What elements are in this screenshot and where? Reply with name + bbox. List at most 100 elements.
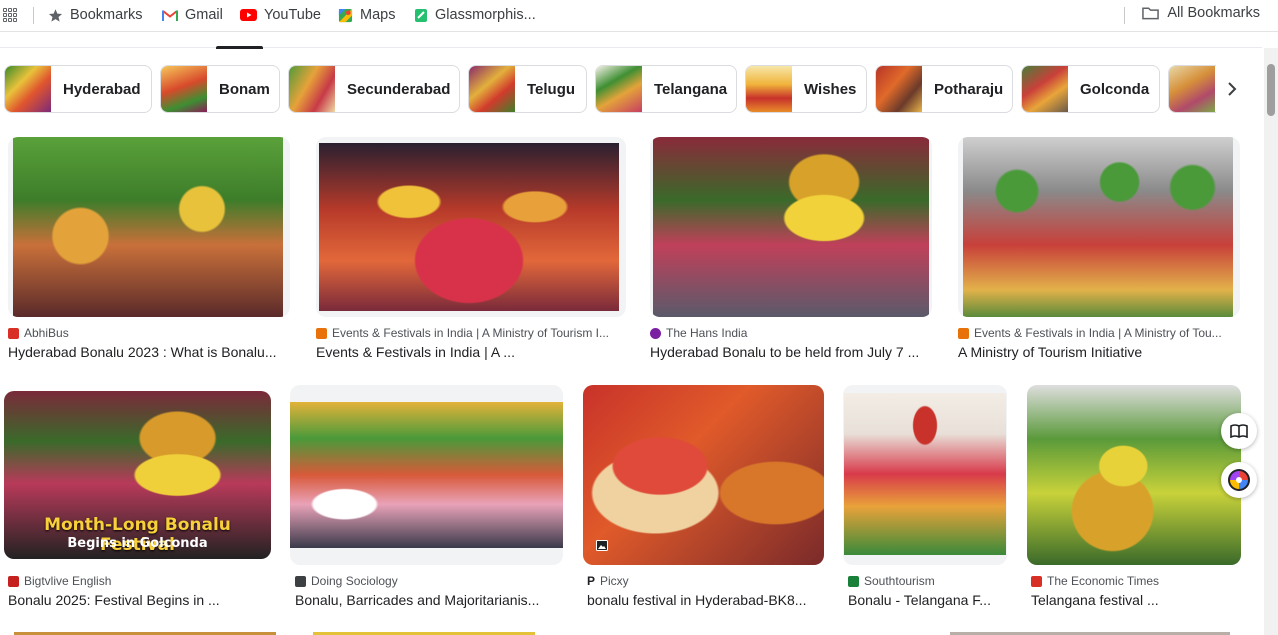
doing-sociology-favicon — [295, 575, 306, 587]
abhibus-favicon — [8, 327, 19, 339]
bookmark-label: Gmail — [185, 7, 223, 23]
chip-label: Telangana — [654, 80, 728, 98]
book-icon — [1230, 424, 1248, 438]
chip-label: Telugu — [527, 80, 576, 98]
image-result[interactable]: The Hans India Hyderabad Bonalu to be he… — [650, 137, 932, 362]
chip-thumbnail — [1022, 66, 1068, 112]
result-source[interactable]: Doing Sociology — [295, 574, 563, 588]
apps-grid-icon[interactable] — [3, 8, 17, 22]
image-result[interactable]: Events & Festivals in India | A Ministry… — [316, 137, 626, 362]
chip-label: Golconda — [1080, 80, 1150, 98]
image-result[interactable]: Events & Festivals in India | A Ministry… — [958, 137, 1240, 362]
chip-thumbnail — [161, 66, 207, 112]
chip-golconda[interactable]: Golconda — [1021, 65, 1160, 113]
result-image[interactable] — [583, 385, 824, 565]
chip-label: Bonam — [219, 80, 270, 98]
southtourism-favicon — [848, 575, 859, 587]
result-source[interactable]: The Economic Times — [1031, 574, 1241, 588]
chip-hyderabad[interactable]: Hyderabad — [4, 65, 152, 113]
bookmarks-bar: Bookmarks Gmail YouTube Maps Glassmorphi… — [0, 0, 1278, 32]
image-result[interactable]: Doing Sociology Bonalu, Barricades and M… — [290, 385, 563, 613]
result-image[interactable] — [650, 137, 932, 317]
result-source[interactable]: AbhiBus — [8, 326, 290, 340]
chip-potharaju[interactable]: Potharaju — [875, 65, 1013, 113]
result-source[interactable]: Southtourism — [848, 574, 1007, 588]
color-wheel-icon — [1228, 469, 1250, 491]
bookmark-youtube[interactable]: YouTube — [240, 5, 321, 25]
all-bookmarks-label: All Bookmarks — [1167, 5, 1260, 21]
chip-label: Hyderabad — [63, 80, 141, 98]
scrollbar-track[interactable] — [1264, 48, 1278, 635]
result-title[interactable]: Hyderabad Bonalu to be held from July 7 … — [650, 344, 932, 360]
result-image[interactable] — [316, 137, 626, 317]
incredible-india-favicon — [958, 327, 969, 339]
source-label: Events & Festivals in India | A Ministry… — [974, 326, 1222, 340]
result-title[interactable]: Hyderabad Bonalu 2023 : What is Bonalu..… — [8, 344, 290, 360]
result-image[interactable] — [8, 137, 290, 317]
result-image[interactable]: Month-Long Bonalu Festival Begins in Gol… — [4, 391, 271, 559]
bookmark-label: Glassmorphis... — [435, 7, 536, 23]
result-title[interactable]: A Ministry of Tourism Initiative — [958, 344, 1240, 360]
result-title[interactable]: Bonalu - Telangana F... — [848, 592, 1003, 608]
chips-next-button[interactable] — [1215, 72, 1249, 106]
hans-india-favicon — [650, 327, 661, 339]
economic-times-favicon — [1031, 575, 1042, 587]
incredible-india-favicon — [316, 327, 327, 339]
source-label: The Hans India — [666, 326, 748, 340]
scrollbar-thumb[interactable] — [1267, 64, 1275, 116]
image-gallery-icon — [596, 540, 608, 551]
image-result[interactable]: Month-Long Bonalu Festival Begins in Gol… — [4, 391, 271, 613]
tab-active-indicator — [216, 46, 263, 49]
image-result[interactable]: The Economic Times Telangana festival ..… — [1027, 385, 1241, 613]
chip-wishes[interactable]: Wishes — [745, 65, 867, 113]
bookmark-bookmarks[interactable]: Bookmarks — [48, 5, 143, 25]
bookmark-gmail[interactable]: Gmail — [162, 5, 223, 25]
result-source[interactable]: P Picxy — [587, 574, 824, 588]
chip-telangana[interactable]: Telangana — [595, 65, 737, 113]
chip-thumbnail — [469, 66, 515, 112]
result-image[interactable] — [958, 137, 1240, 317]
result-source[interactable]: Events & Festivals in India | A Ministry… — [316, 326, 626, 340]
chip-thumbnail — [596, 66, 642, 112]
source-label: Southtourism — [864, 574, 935, 588]
bookmarks-divider — [1124, 7, 1125, 24]
result-title[interactable]: Events & Festivals in India | A ... — [316, 344, 626, 360]
bigtvlive-favicon — [8, 575, 19, 587]
glassmorphism-icon — [415, 8, 427, 22]
chip-secunderabad[interactable]: Secunderabad — [288, 65, 460, 113]
source-label: Bigtvlive English — [24, 574, 112, 588]
picxy-favicon: P — [587, 574, 596, 588]
chip-thumbnail — [289, 66, 335, 112]
result-source[interactable]: The Hans India — [650, 326, 932, 340]
result-title[interactable]: Telangana festival ... — [1031, 592, 1241, 608]
all-bookmarks-button[interactable]: All Bookmarks — [1142, 5, 1260, 21]
reading-mode-button[interactable] — [1221, 413, 1257, 449]
result-title[interactable]: Bonalu 2025: Festival Begins in ... — [8, 592, 268, 608]
bookmark-glassmorphism[interactable]: Glassmorphis... — [414, 5, 536, 25]
chip-label: Potharaju — [934, 80, 1004, 98]
related-search-chips: Hyderabad Bonam Secunderabad Telugu Tela… — [4, 65, 1216, 113]
result-source[interactable]: Bigtvlive English — [8, 574, 268, 588]
chip-telugu[interactable]: Telugu — [468, 65, 587, 113]
bookmark-label: YouTube — [264, 7, 321, 23]
bookmark-label: Bookmarks — [70, 7, 143, 23]
folder-icon — [1142, 7, 1160, 20]
result-source[interactable]: Events & Festivals in India | A Ministry… — [958, 326, 1240, 340]
result-image[interactable] — [290, 385, 563, 565]
result-title[interactable]: bonalu festival in Hyderabad-BK8... — [587, 592, 824, 608]
chip-bonam[interactable]: Bonam — [160, 65, 280, 113]
chip-label: Wishes — [804, 80, 857, 98]
bookmark-maps[interactable]: Maps — [338, 5, 395, 25]
image-result[interactable]: P Picxy bonalu festival in Hyderabad-BK8… — [583, 385, 824, 613]
chip-partial[interactable] — [1168, 65, 1216, 113]
result-image[interactable] — [843, 385, 1007, 565]
image-result[interactable]: Southtourism Bonalu - Telangana F... — [843, 385, 1007, 613]
result-title[interactable]: Bonalu, Barricades and Majoritarianis... — [295, 592, 557, 608]
result-image[interactable] — [1027, 385, 1241, 565]
source-label: Events & Festivals in India | A Ministry… — [332, 326, 609, 340]
source-label: Doing Sociology — [311, 574, 398, 588]
chip-thumbnail — [1169, 66, 1215, 112]
extension-button[interactable] — [1221, 462, 1257, 498]
image-result[interactable]: AbhiBus Hyderabad Bonalu 2023 : What is … — [8, 137, 290, 362]
chip-thumbnail — [5, 66, 51, 112]
